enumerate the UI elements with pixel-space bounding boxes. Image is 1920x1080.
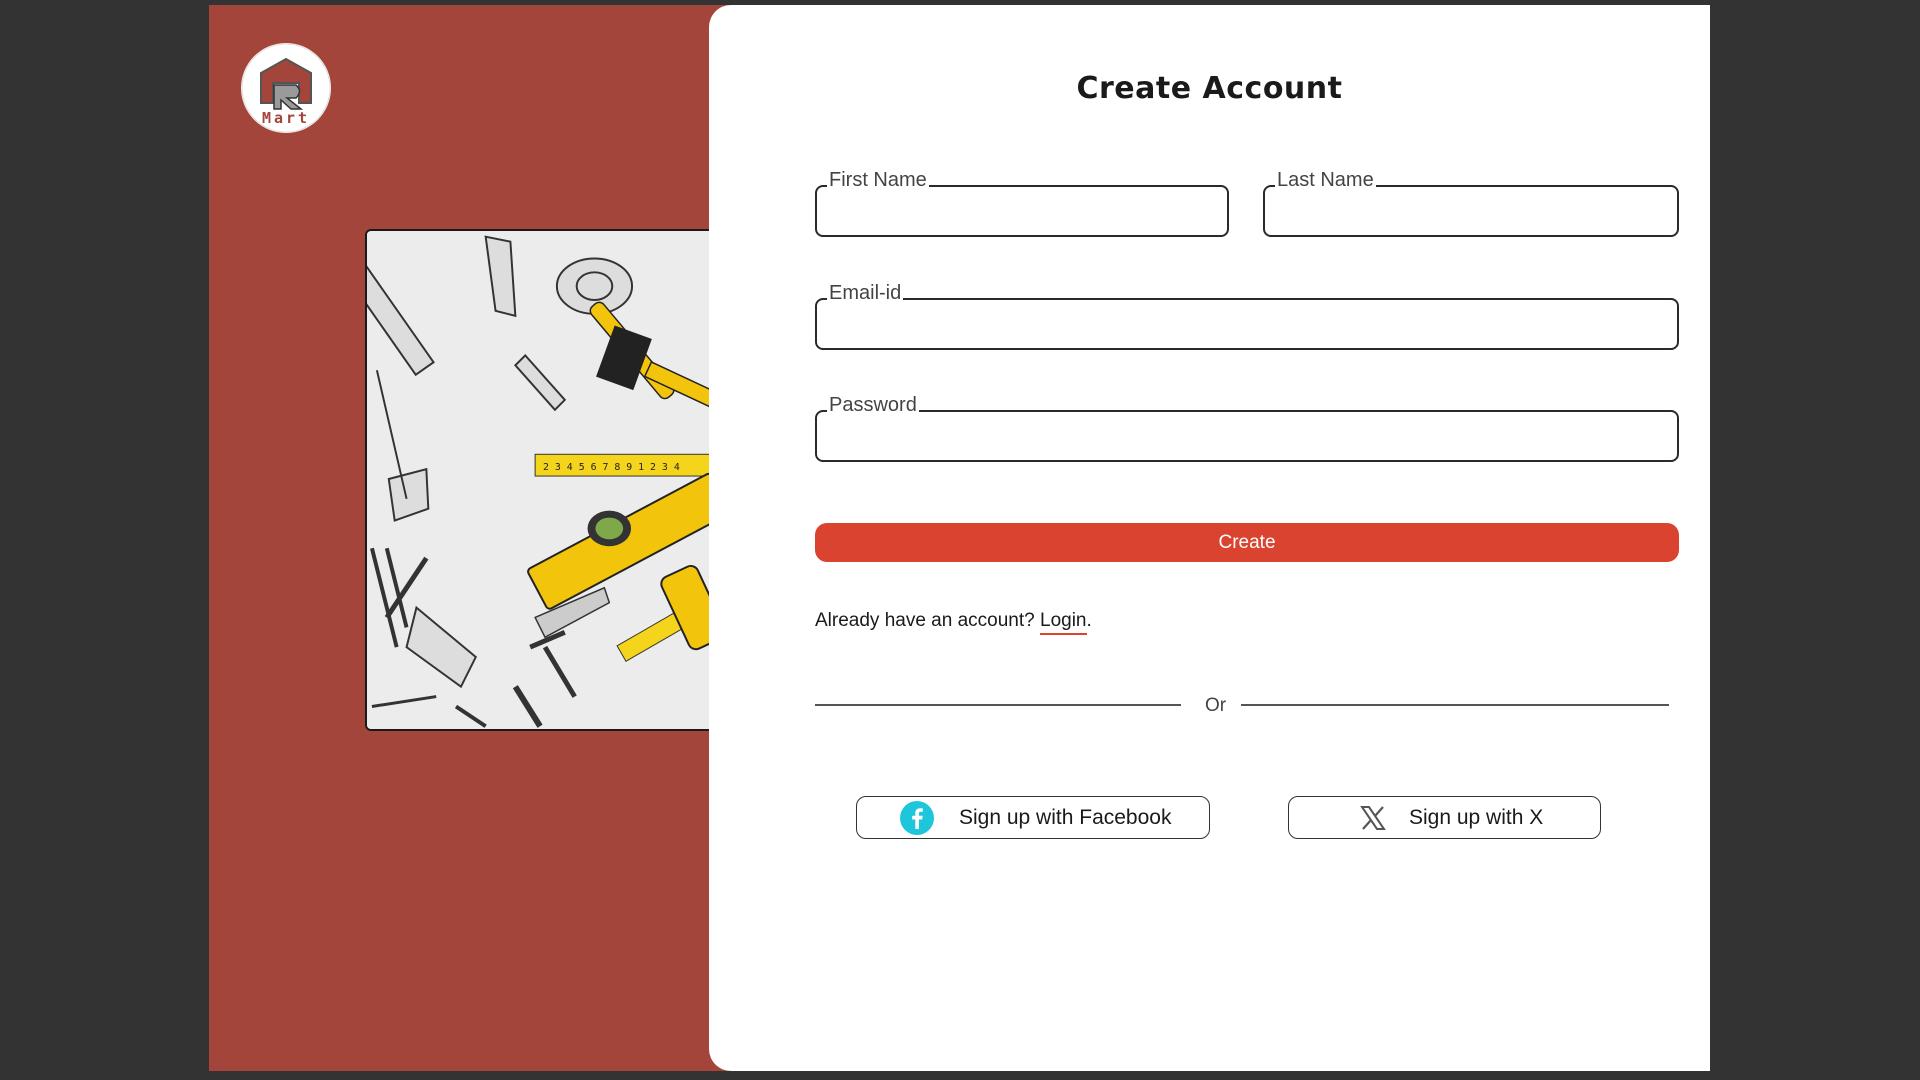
email-input[interactable] [817,300,1677,348]
login-prompt: Already have an account? Login. [815,610,1092,635]
last-name-input[interactable] [1265,187,1677,235]
first-name-input[interactable] [817,187,1227,235]
login-link[interactable]: Login [1040,610,1087,635]
first-name-field[interactable]: First Name [815,169,1229,237]
logo-text: Mart [262,109,310,127]
r-mart-logo-icon: Mart [241,43,331,133]
last-name-label: Last Name [1275,169,1376,192]
password-input[interactable] [817,412,1677,460]
create-button[interactable]: Create [815,523,1679,562]
divider-left [815,704,1181,706]
password-field[interactable]: Password [815,394,1679,462]
x-logo-icon [1355,800,1391,836]
already-have-account-text: Already have an account? [815,610,1040,631]
email-label: Email-id [827,282,904,305]
login-suffix: . [1086,610,1092,631]
facebook-icon [899,800,935,836]
x-signup-button[interactable]: Sign up with X [1288,796,1601,839]
tools-illustration-icon: 2 3 4 5 6 7 8 9 1 2 3 4 [367,231,726,729]
page-title: Create Account [1076,71,1343,106]
or-label: Or [1205,695,1227,716]
last-name-field[interactable]: Last Name [1263,169,1679,237]
first-name-label: First Name [827,169,929,192]
email-field[interactable]: Email-id [815,282,1679,350]
svg-text:2 3 4 5 6 7 8 9 1 2 3 4: 2 3 4 5 6 7 8 9 1 2 3 4 [543,462,680,473]
facebook-signup-button[interactable]: Sign up with Facebook [856,796,1210,839]
tools-image: 2 3 4 5 6 7 8 9 1 2 3 4 [365,229,728,731]
divider-right [1241,704,1669,706]
password-label: Password [827,394,919,417]
signup-panel: Create Account First Name Last Name Emai… [709,5,1710,1071]
x-signup-label: Sign up with X [1409,805,1544,829]
facebook-signup-label: Sign up with Facebook [959,805,1172,829]
brand-logo[interactable]: Mart [241,43,331,133]
